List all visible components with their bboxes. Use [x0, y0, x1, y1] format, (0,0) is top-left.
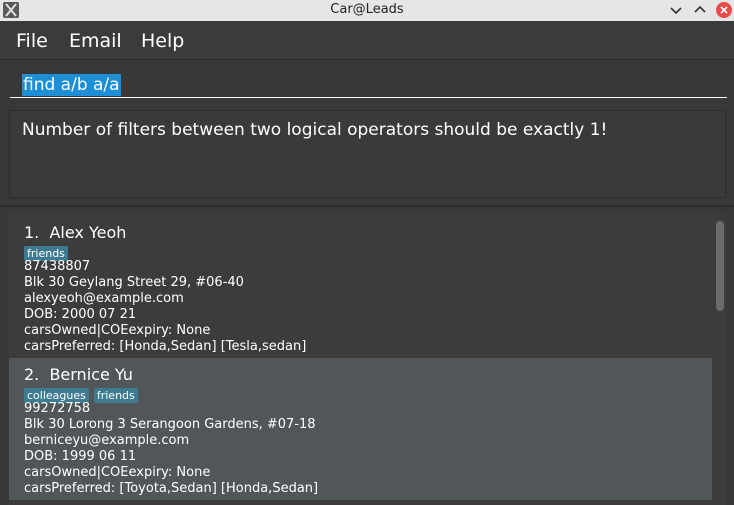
close-icon — [720, 6, 728, 14]
person-list[interactable]: 1. Alex Yeoh friends 87438807 Blk 30 Gey… — [9, 214, 726, 505]
tag-list: colleagues friends — [24, 384, 143, 403]
person-email: berniceyu@example.com — [24, 433, 190, 448]
person-card[interactable]: 1. Alex Yeoh friends 87438807 Blk 30 Gey… — [9, 216, 712, 358]
menu-bar: File Email Help — [0, 21, 734, 60]
menu-email[interactable]: Email — [69, 30, 122, 52]
menu-help[interactable]: Help — [141, 30, 184, 52]
command-text[interactable]: find a/b a/a — [22, 74, 121, 96]
split-divider[interactable] — [0, 205, 734, 207]
scrollbar-thumb[interactable] — [716, 221, 724, 311]
chevron-up-icon — [694, 5, 706, 13]
person-name-text: Bernice Yu — [49, 365, 133, 384]
person-phone: 99272758 — [24, 401, 91, 416]
close-button[interactable] — [716, 2, 732, 18]
person-cars-owned: carsOwned|COEexpiry: None — [24, 323, 211, 338]
maximize-button[interactable] — [692, 2, 708, 18]
person-index: 2. — [24, 365, 40, 384]
person-cars-preferred: carsPreferred: [Honda,Sedan] [Tesla,seda… — [24, 339, 307, 354]
result-message: Number of filters between two logical op… — [22, 120, 608, 140]
person-name-text: Alex Yeoh — [49, 223, 127, 242]
title-bar: Car@Leads — [0, 0, 734, 21]
window-title: Car@Leads — [330, 2, 404, 17]
person-name: 1. Alex Yeoh — [24, 223, 126, 242]
chevron-down-icon — [670, 7, 682, 15]
minimize-button[interactable] — [668, 2, 684, 18]
command-box: find a/b a/a — [0, 60, 734, 102]
person-address: Blk 30 Geylang Street 29, #06-40 — [24, 275, 244, 290]
result-display: Number of filters between two logical op… — [9, 110, 726, 198]
command-input[interactable]: find a/b a/a — [10, 64, 727, 98]
person-index: 1. — [24, 223, 40, 242]
menu-file[interactable]: File — [16, 30, 48, 52]
person-dob: DOB: 1999 06 11 — [24, 449, 137, 464]
person-name: 2. Bernice Yu — [24, 365, 133, 384]
person-dob: DOB: 2000 07 21 — [24, 307, 137, 322]
person-address: Blk 30 Lorong 3 Serangoon Gardens, #07-1… — [24, 417, 316, 432]
person-cars-owned: carsOwned|COEexpiry: None — [24, 465, 211, 480]
person-phone: 87438807 — [24, 259, 91, 274]
person-email: alexyeoh@example.com — [24, 291, 184, 306]
person-card-selected[interactable]: 2. Bernice Yu colleagues friends 99272758… — [9, 358, 712, 500]
person-cars-preferred: carsPreferred: [Toyota,Sedan] [Honda,Sed… — [24, 481, 319, 496]
tag: friends — [93, 388, 138, 403]
tag-list: friends — [24, 242, 73, 261]
